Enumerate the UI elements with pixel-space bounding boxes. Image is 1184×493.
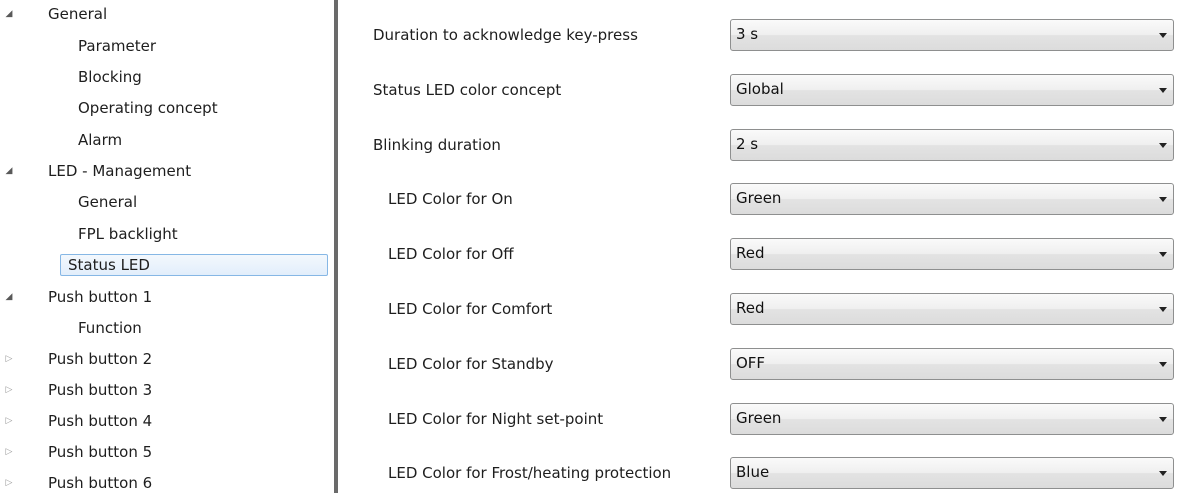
expanded-triangle-icon[interactable]: ◢	[2, 160, 16, 182]
tree-item-label: Push button 2	[48, 350, 153, 368]
chevron-down-icon[interactable]	[1159, 307, 1167, 312]
param-dropdown-led-color-for-standby[interactable]: OFF	[730, 348, 1174, 380]
tree-item-label: Alarm	[78, 131, 123, 149]
dropdown-value: 3 s	[736, 25, 759, 43]
tree-item-label: Operating concept	[78, 99, 218, 117]
tree-item-push-button-2[interactable]: ▷ Push button 2	[0, 348, 333, 370]
tree-item-push-button-3[interactable]: ▷ Push button 3	[0, 379, 333, 401]
param-dropdown-led-color-for-off[interactable]: Red	[730, 238, 1174, 270]
param-label: LED Color for Off	[388, 245, 514, 263]
tree-item-function[interactable]: Function	[0, 317, 333, 339]
tree-item-label: Push button 6	[48, 474, 153, 492]
collapsed-triangle-icon[interactable]: ▷	[2, 441, 16, 463]
tree-item-general[interactable]: General	[0, 191, 333, 213]
chevron-down-icon[interactable]	[1159, 88, 1167, 93]
param-label: LED Color for Comfort	[388, 300, 553, 318]
dropdown-value: Red	[736, 244, 765, 262]
param-label: LED Color for Standby	[388, 355, 554, 373]
tree-item-label: FPL backlight	[78, 225, 178, 243]
param-row-led-color-for-night-set-point: LED Color for Night set-point Green	[340, 401, 1184, 437]
param-dropdown-led-color-for-night-set-point[interactable]: Green	[730, 403, 1174, 435]
tree-item-push-button-1[interactable]: ◢ Push button 1	[0, 286, 333, 308]
collapsed-triangle-icon[interactable]: ▷	[2, 348, 16, 370]
dropdown-value: Green	[736, 409, 782, 427]
dropdown-value: 2 s	[736, 135, 759, 153]
tree-item-label: General	[78, 193, 138, 211]
tree-item-label: Status LED	[68, 256, 150, 274]
dropdown-value: Green	[736, 189, 782, 207]
tree-item-label: Push button 1	[48, 288, 153, 306]
chevron-down-icon[interactable]	[1159, 362, 1167, 367]
tree-item-blocking[interactable]: Blocking	[0, 66, 333, 88]
dropdown-value: Global	[736, 80, 784, 98]
tree-item-label: Push button 5	[48, 443, 153, 461]
param-dropdown-blinking-duration[interactable]: 2 s	[730, 129, 1174, 161]
chevron-down-icon[interactable]	[1159, 417, 1167, 422]
param-row-blinking-duration: Blinking duration 2 s	[340, 127, 1184, 163]
expanded-triangle-icon[interactable]: ◢	[2, 286, 16, 308]
parameter-pane: Duration to acknowledge key-press 3 s Stat…	[340, 0, 1184, 493]
param-row-duration-to-acknowledge-key-press: Duration to acknowledge key-press 3 s	[340, 17, 1184, 53]
param-label: LED Color for Night set-point	[388, 410, 604, 428]
navigation-tree: ◢ General Parameter Blocking Operating conce…	[0, 0, 333, 493]
dropdown-value: Blue	[736, 463, 770, 481]
expanded-triangle-icon[interactable]: ◢	[2, 3, 16, 25]
tree-item-label: General	[48, 5, 108, 23]
tree-item-label: Push button 4	[48, 412, 153, 430]
tree-item-led-management[interactable]: ◢ LED - Management	[0, 160, 333, 182]
tree-item-label: Push button 3	[48, 381, 153, 399]
param-row-led-color-for-frost-heating-protection: LED Color for Frost/heating protection Bl…	[340, 455, 1184, 491]
param-label: LED Color for On	[388, 190, 513, 208]
collapsed-triangle-icon[interactable]: ▷	[2, 379, 16, 401]
tree-item-status-led[interactable]: Status LED	[0, 254, 333, 276]
parameter-window: ◢ General Parameter Blocking Operating conce…	[0, 0, 1184, 493]
param-label: LED Color for Frost/heating protection	[388, 464, 672, 482]
collapsed-triangle-icon[interactable]: ▷	[2, 410, 16, 432]
collapsed-triangle-icon[interactable]: ▷	[2, 472, 16, 493]
param-dropdown-duration-to-acknowledge-key-press[interactable]: 3 s	[730, 19, 1174, 51]
dropdown-value: Red	[736, 299, 765, 317]
tree-item-fpl-backlight[interactable]: FPL backlight	[0, 223, 333, 245]
param-label: Status LED color concept	[373, 81, 562, 99]
tree-item-alarm[interactable]: Alarm	[0, 129, 333, 151]
param-row-led-color-for-on: LED Color for On Green	[340, 181, 1184, 217]
param-row-led-color-for-standby: LED Color for Standby OFF	[340, 346, 1184, 382]
chevron-down-icon[interactable]	[1159, 197, 1167, 202]
chevron-down-icon[interactable]	[1159, 252, 1167, 257]
chevron-down-icon[interactable]	[1159, 33, 1167, 38]
tree-item-label: LED - Management	[48, 162, 192, 180]
chevron-down-icon[interactable]	[1159, 471, 1167, 476]
tree-item-push-button-5[interactable]: ▷ Push button 5	[0, 441, 333, 463]
param-dropdown-status-led-color-concept[interactable]: Global	[730, 74, 1174, 106]
tree-item-push-button-4[interactable]: ▷ Push button 4	[0, 410, 333, 432]
tree-item-label: Function	[78, 319, 142, 337]
chevron-down-icon[interactable]	[1159, 143, 1167, 148]
param-label: Blinking duration	[373, 136, 501, 154]
tree-item-label: Parameter	[78, 37, 157, 55]
param-row-led-color-for-off: LED Color for Off Red	[340, 236, 1184, 272]
tree-item-parameter[interactable]: Parameter	[0, 35, 333, 57]
tree-item-general[interactable]: ◢ General	[0, 3, 333, 25]
param-dropdown-led-color-for-on[interactable]: Green	[730, 183, 1174, 215]
tree-item-operating-concept[interactable]: Operating concept	[0, 97, 333, 119]
param-dropdown-led-color-for-frost-heating-protection[interactable]: Blue	[730, 457, 1174, 489]
panel-splitter[interactable]	[334, 0, 338, 493]
param-label: Duration to acknowledge key-press	[373, 26, 638, 44]
tree-item-push-button-6[interactable]: ▷ Push button 6	[0, 472, 333, 493]
param-row-led-color-for-comfort: LED Color for Comfort Red	[340, 291, 1184, 327]
param-row-status-led-color-concept: Status LED color concept Global	[340, 72, 1184, 108]
param-dropdown-led-color-for-comfort[interactable]: Red	[730, 293, 1174, 325]
dropdown-value: OFF	[736, 354, 766, 372]
tree-item-label: Blocking	[78, 68, 142, 86]
